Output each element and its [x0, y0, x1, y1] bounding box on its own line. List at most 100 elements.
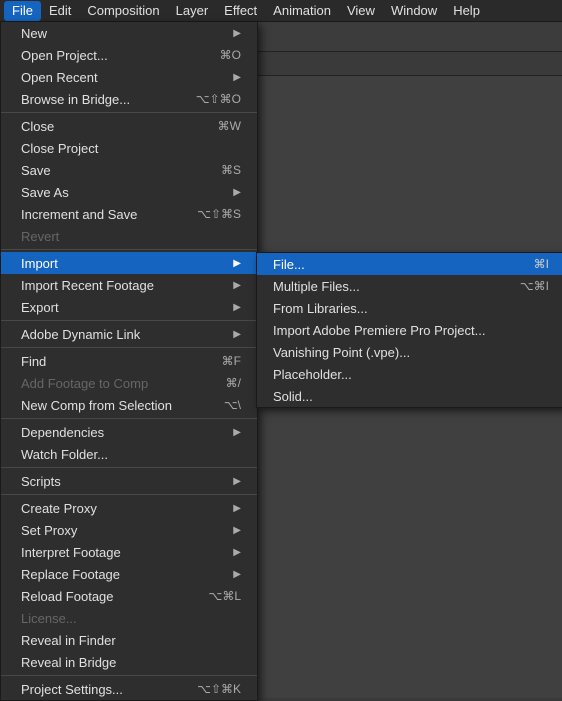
- menu-item-import[interactable]: Import ▶: [1, 252, 257, 274]
- menu-item-reveal-bridge[interactable]: Reveal in Bridge: [1, 651, 257, 673]
- submenu-item-label-vanishing-point: Vanishing Point (.vpe)...: [273, 345, 549, 360]
- menu-item-label-revert: Revert: [21, 229, 241, 244]
- menu-item-shortcut-add-footage: ⌘/: [226, 376, 241, 390]
- menu-item-save-as[interactable]: Save As ▶: [1, 181, 257, 203]
- menu-item-label-save: Save: [21, 163, 201, 178]
- file-menu-dropdown: New▶Open Project...⌘OOpen Recent▶Browse …: [0, 22, 258, 701]
- menu-item-new[interactable]: New▶: [1, 22, 257, 44]
- submenu-item-label-from-libraries: From Libraries...: [273, 301, 549, 316]
- submenu-item-import-premiere[interactable]: Import Adobe Premiere Pro Project...: [257, 319, 562, 341]
- menubar-item-animation[interactable]: Animation: [265, 1, 339, 21]
- menubar-item-window[interactable]: Window: [383, 1, 445, 21]
- menu-separator: [1, 112, 257, 113]
- submenu-item-from-libraries[interactable]: From Libraries...: [257, 297, 562, 319]
- menu-separator: [1, 320, 257, 321]
- menu-item-label-create-proxy: Create Proxy: [21, 501, 229, 516]
- menu-item-set-proxy[interactable]: Set Proxy ▶: [1, 519, 257, 541]
- menu-item-reload-footage[interactable]: Reload Footage⌥⌘L: [1, 585, 257, 607]
- submenu-item-multiple-files[interactable]: Multiple Files...⌥⌘I: [257, 275, 562, 297]
- menu-item-dependencies[interactable]: Dependencies▶: [1, 421, 257, 443]
- submenu-arrow-dependencies: ▶: [233, 427, 241, 438]
- menu-item-label-reload-footage: Reload Footage: [21, 589, 188, 604]
- menu-item-label-import: Import: [21, 256, 229, 271]
- menu-item-browse-bridge[interactable]: Browse in Bridge... ⌥⇧⌘O: [1, 88, 257, 110]
- submenu-item-label-solid: Solid...: [273, 389, 549, 404]
- menu-item-export[interactable]: Export▶: [1, 296, 257, 318]
- submenu-arrow-set-proxy: ▶: [233, 525, 241, 536]
- menu-item-save[interactable]: Save ⌘S: [1, 159, 257, 181]
- menu-item-label-add-footage: Add Footage to Comp: [21, 376, 206, 391]
- menu-item-label-watch-folder: Watch Folder...: [21, 447, 241, 462]
- submenu-item-shortcut-multiple-files: ⌥⌘I: [520, 279, 549, 293]
- menu-item-project-settings[interactable]: Project Settings...⌥⇧⌘K: [1, 678, 257, 700]
- submenu-item-placeholder[interactable]: Placeholder...: [257, 363, 562, 385]
- menu-item-close[interactable]: Close ⌘W: [1, 115, 257, 137]
- menubar-item-help[interactable]: Help: [445, 1, 488, 21]
- submenu-item-solid[interactable]: Solid...: [257, 385, 562, 407]
- menu-item-label-replace-footage: Replace Footage: [21, 567, 229, 582]
- menubar-item-composition[interactable]: Composition: [79, 1, 167, 21]
- menu-separator: [1, 467, 257, 468]
- menu-item-import-recent[interactable]: Import Recent Footage ▶: [1, 274, 257, 296]
- menu-item-adobe-dynamic-link[interactable]: Adobe Dynamic Link ▶: [1, 323, 257, 345]
- menu-item-new-comp-selection[interactable]: New Comp from Selection⌥\: [1, 394, 257, 416]
- submenu-item-label-file: File...: [273, 257, 524, 272]
- menu-item-shortcut-save: ⌘S: [221, 163, 241, 177]
- menu-item-shortcut-browse-bridge: ⌥⇧⌘O: [196, 92, 241, 106]
- menu-item-label-increment-save: Increment and Save: [21, 207, 177, 222]
- submenu-item-shortcut-file: ⌘I: [534, 257, 549, 271]
- submenu-arrow-import: ▶: [233, 258, 241, 269]
- menu-item-shortcut-new-comp-selection: ⌥\: [224, 398, 241, 412]
- menu-item-label-project-settings: Project Settings...: [21, 682, 177, 697]
- menubar-item-view[interactable]: View: [339, 1, 383, 21]
- menu-item-label-import-recent: Import Recent Footage: [21, 278, 229, 293]
- menu-item-replace-footage[interactable]: Replace Footage▶: [1, 563, 257, 585]
- menubar-item-effect[interactable]: Effect: [216, 1, 265, 21]
- menu-item-shortcut-find: ⌘F: [222, 354, 241, 368]
- menu-item-label-set-proxy: Set Proxy: [21, 523, 229, 538]
- menu-item-label-find: Find: [21, 354, 202, 369]
- menu-item-open-project[interactable]: Open Project...⌘O: [1, 44, 257, 66]
- menu-item-add-footage: Add Footage to Comp ⌘/: [1, 372, 257, 394]
- menu-separator: [1, 675, 257, 676]
- menu-item-shortcut-close: ⌘W: [218, 119, 241, 133]
- submenu-arrow-import-recent: ▶: [233, 280, 241, 291]
- menu-item-open-recent[interactable]: Open Recent▶: [1, 66, 257, 88]
- menu-item-label-adobe-dynamic-link: Adobe Dynamic Link: [21, 327, 229, 342]
- menu-item-license: License...: [1, 607, 257, 629]
- submenu-arrow-interpret-footage: ▶: [233, 547, 241, 558]
- menu-item-label-reveal-finder: Reveal in Finder: [21, 633, 241, 648]
- menu-item-label-close: Close: [21, 119, 198, 134]
- menu-item-label-reveal-bridge: Reveal in Bridge: [21, 655, 241, 670]
- menu-item-close-project[interactable]: Close Project: [1, 137, 257, 159]
- submenu-arrow-scripts: ▶: [233, 476, 241, 487]
- submenu-arrow-save-as: ▶: [233, 187, 241, 198]
- menu-item-create-proxy[interactable]: Create Proxy ▶: [1, 497, 257, 519]
- submenu-arrow-create-proxy: ▶: [233, 503, 241, 514]
- menubar-item-file[interactable]: File: [4, 1, 41, 21]
- submenu-item-file[interactable]: File... ⌘I: [257, 253, 562, 275]
- menu-item-label-new: New: [21, 26, 229, 41]
- menubar-item-layer[interactable]: Layer: [168, 1, 217, 21]
- menu-item-label-browse-bridge: Browse in Bridge...: [21, 92, 176, 107]
- menu-item-revert: Revert: [1, 225, 257, 247]
- menu-separator: [1, 347, 257, 348]
- menu-item-label-license: License...: [21, 611, 241, 626]
- submenu-item-label-import-premiere: Import Adobe Premiere Pro Project...: [273, 323, 549, 338]
- menubar-item-edit[interactable]: Edit: [41, 1, 79, 21]
- submenu-item-vanishing-point[interactable]: Vanishing Point (.vpe)...: [257, 341, 562, 363]
- menu-item-watch-folder[interactable]: Watch Folder...: [1, 443, 257, 465]
- import-submenu: File... ⌘I Multiple Files...⌥⌘I From Librar…: [256, 252, 562, 408]
- menu-item-find[interactable]: Find ⌘F: [1, 350, 257, 372]
- menu-item-interpret-footage[interactable]: Interpret Footage ▶: [1, 541, 257, 563]
- submenu-arrow-adobe-dynamic-link: ▶: [233, 329, 241, 340]
- menu-item-reveal-finder[interactable]: Reveal in Finder: [1, 629, 257, 651]
- menu-item-label-interpret-footage: Interpret Footage: [21, 545, 229, 560]
- menu-item-scripts[interactable]: Scripts▶: [1, 470, 257, 492]
- menu-item-increment-save[interactable]: Increment and Save⌥⇧⌘S: [1, 203, 257, 225]
- menu-item-label-open-project: Open Project...: [21, 48, 200, 63]
- menu-item-label-save-as: Save As: [21, 185, 229, 200]
- menu-item-label-export: Export: [21, 300, 229, 315]
- submenu-item-label-placeholder: Placeholder...: [273, 367, 549, 382]
- menu-item-label-open-recent: Open Recent: [21, 70, 229, 85]
